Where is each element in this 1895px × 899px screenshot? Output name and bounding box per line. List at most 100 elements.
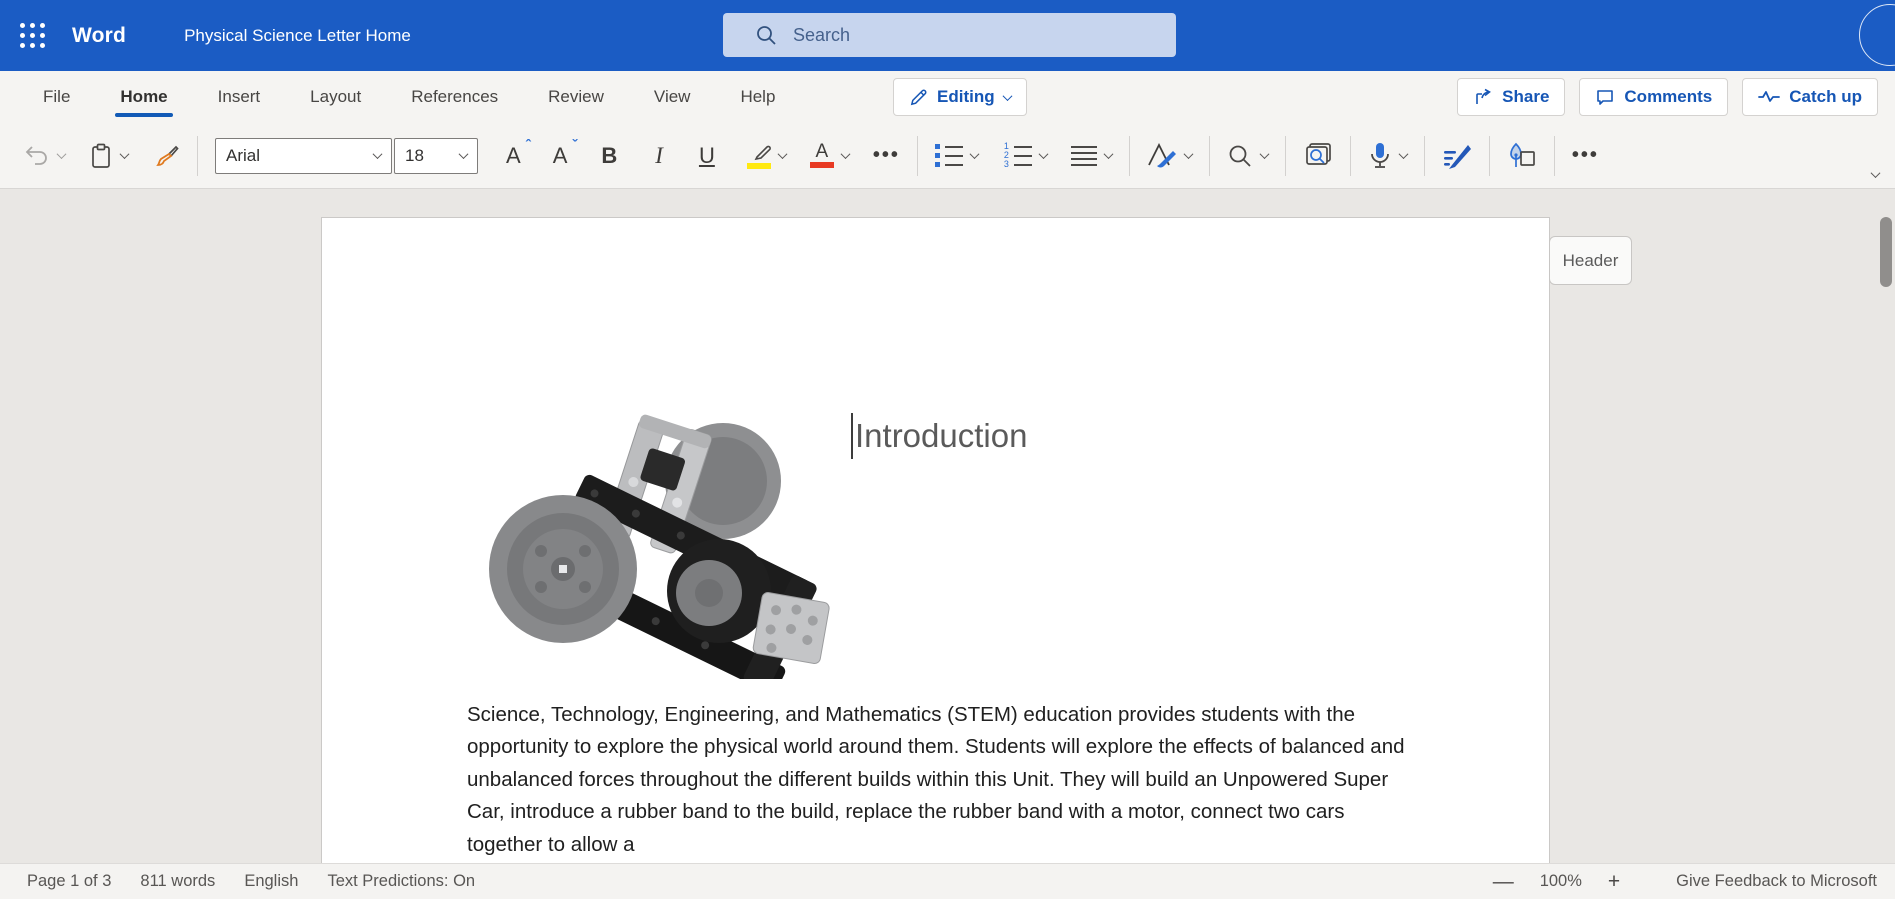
chevron-down-icon [969, 149, 979, 159]
language-status[interactable]: English [244, 872, 298, 891]
align-justify-icon [1071, 146, 1097, 166]
chevron-down-icon [120, 149, 130, 159]
tab-insert[interactable]: Insert [193, 71, 286, 123]
undo-icon [24, 144, 50, 168]
search-box[interactable] [723, 13, 1176, 57]
document-paragraph[interactable]: Science, Technology, Engineering, and Ma… [467, 699, 1415, 861]
catch-up-label: Catch up [1789, 87, 1862, 107]
styles-button[interactable] [1147, 142, 1192, 169]
designer-button[interactable] [1507, 142, 1537, 170]
designer-icon [1507, 142, 1537, 170]
bullets-button[interactable] [935, 144, 978, 167]
chevron-down-icon [1183, 149, 1193, 159]
tab-home[interactable]: Home [95, 71, 192, 123]
header-actions: Share Comments Catch up [1457, 78, 1878, 116]
top-app-bar: Word Physical Science Letter Home [0, 0, 1895, 71]
ribbon-chrome: File Home Insert Layout References Revie… [0, 71, 1895, 189]
search-icon [755, 24, 777, 46]
styles-icon [1147, 142, 1177, 169]
reading-view-icon [1303, 142, 1333, 170]
status-left-group: Page 1 of 3 811 words English Text Predi… [27, 872, 475, 891]
tab-help[interactable]: Help [715, 71, 800, 123]
highlight-color-button[interactable] [747, 143, 786, 169]
chevron-down-icon [1398, 149, 1408, 159]
header-region-button[interactable]: Header [1549, 236, 1632, 285]
menu-bar: File Home Insert Layout References Revie… [0, 71, 1895, 123]
divider [197, 136, 198, 176]
bulleted-list-icon [935, 144, 963, 167]
format-painter-button[interactable] [152, 143, 180, 169]
magnifier-icon [1227, 143, 1253, 169]
tab-review[interactable]: Review [523, 71, 629, 123]
collapse-ribbon-chevron-icon[interactable] [1871, 168, 1881, 178]
more-font-options-button[interactable]: ••• [873, 144, 900, 167]
clipboard-icon [89, 143, 113, 169]
text-cursor [851, 413, 853, 459]
undo-button[interactable] [24, 144, 65, 168]
dictate-button[interactable] [1368, 142, 1407, 170]
shrink-font-button[interactable]: A ˇ [553, 145, 568, 167]
font-name-select[interactable]: Arial [215, 138, 392, 174]
paste-button[interactable] [89, 143, 128, 169]
chevron-down-icon [459, 149, 469, 159]
font-name-value: Arial [226, 146, 260, 166]
pencil-icon [909, 88, 928, 107]
search-input[interactable] [793, 25, 1123, 46]
numbering-button[interactable]: 1 2 3 [1002, 144, 1047, 167]
tab-file[interactable]: File [18, 71, 95, 123]
zoom-out-button[interactable]: — [1493, 871, 1514, 892]
comment-icon [1595, 87, 1615, 107]
font-color-button[interactable]: A [810, 143, 849, 168]
divider [1350, 136, 1351, 176]
editing-mode-button[interactable]: Editing [893, 78, 1027, 116]
tab-view[interactable]: View [629, 71, 716, 123]
divider [1554, 136, 1555, 176]
document-heading[interactable]: Introduction [851, 413, 1027, 459]
bold-button[interactable]: B [601, 143, 617, 169]
find-button[interactable] [1227, 143, 1268, 169]
italic-button[interactable]: I [655, 143, 663, 169]
editor-button[interactable] [1442, 143, 1472, 169]
zoom-level[interactable]: 100% [1540, 872, 1582, 891]
vertical-scrollbar-thumb[interactable] [1880, 217, 1892, 287]
heading-text: Introduction [855, 417, 1027, 455]
shrink-font-glyph: A [553, 145, 568, 167]
chevron-down-icon [1038, 149, 1048, 159]
font-size-select[interactable]: 18 [394, 138, 478, 174]
chevron-down-icon [1002, 91, 1012, 101]
account-loading-spinner-icon[interactable] [1859, 4, 1895, 66]
chevron-down-icon [1259, 149, 1269, 159]
caret-up-icon: ˆ [526, 138, 531, 153]
document-canvas[interactable]: Header [0, 189, 1895, 863]
status-right-group: — 100% + Give Feedback to Microsoft [1493, 871, 1877, 892]
grow-font-glyph: A [506, 145, 521, 167]
reading-view-button[interactable] [1303, 142, 1333, 170]
caret-down-icon: ˇ [572, 138, 577, 153]
format-painter-icon [152, 143, 180, 169]
tab-layout[interactable]: Layout [285, 71, 386, 123]
more-ribbon-commands-button[interactable]: ••• [1572, 144, 1599, 167]
catch-up-button[interactable]: Catch up [1742, 78, 1878, 116]
text-predictions-status[interactable]: Text Predictions: On [327, 872, 475, 891]
underline-button[interactable]: U [699, 143, 715, 169]
status-bar: Page 1 of 3 811 words English Text Predi… [0, 863, 1895, 899]
divider [1285, 136, 1286, 176]
header-tab-label: Header [1563, 251, 1619, 271]
document-title[interactable]: Physical Science Letter Home [184, 26, 411, 46]
document-image-robot-car[interactable] [471, 401, 845, 679]
word-count-status[interactable]: 811 words [140, 872, 215, 891]
feedback-link[interactable]: Give Feedback to Microsoft [1676, 872, 1877, 891]
zoom-in-button[interactable]: + [1608, 871, 1620, 892]
share-button[interactable]: Share [1457, 78, 1565, 116]
comments-label: Comments [1624, 87, 1712, 107]
page-count-status[interactable]: Page 1 of 3 [27, 872, 111, 891]
app-name[interactable]: Word [72, 24, 126, 48]
divider [1489, 136, 1490, 176]
divider [1424, 136, 1425, 176]
comments-button[interactable]: Comments [1579, 78, 1728, 116]
grow-font-button[interactable]: A ˆ [506, 145, 521, 167]
alignment-button[interactable] [1071, 146, 1112, 166]
app-launcher-icon[interactable] [20, 23, 45, 48]
microphone-icon [1368, 142, 1392, 170]
tab-references[interactable]: References [386, 71, 523, 123]
